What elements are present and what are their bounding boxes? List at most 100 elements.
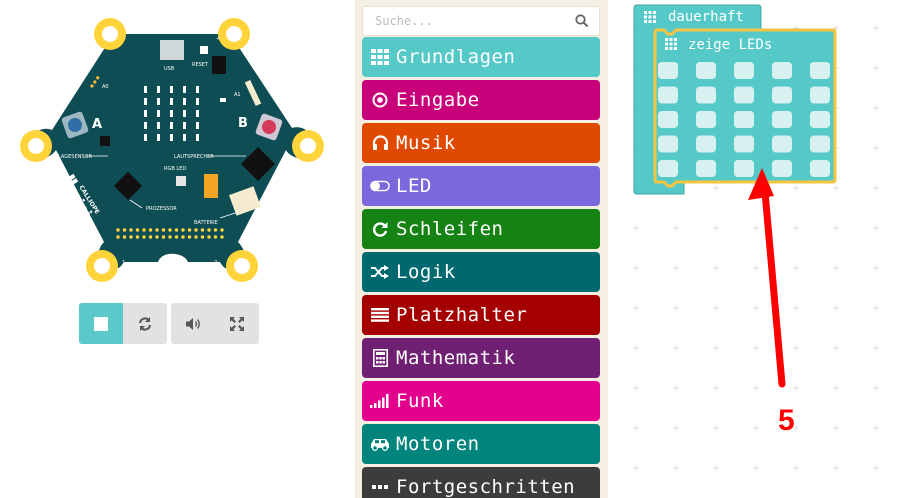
rgb-led-label: RGB LED (164, 166, 186, 172)
category-funk[interactable]: Funk (362, 381, 600, 421)
led-toggle[interactable] (810, 62, 830, 79)
led-toggle[interactable] (658, 62, 678, 79)
header-pin (168, 228, 172, 232)
board-led (183, 122, 186, 129)
led-toggle[interactable] (734, 160, 754, 177)
led-toggle[interactable] (734, 135, 754, 153)
header-pin (220, 235, 224, 239)
view-control-group (171, 303, 259, 344)
led-toggle[interactable] (772, 160, 792, 177)
category-schleifen[interactable]: Schleifen (362, 209, 600, 249)
category-platzhalter[interactable]: Platzhalter (362, 295, 600, 335)
header-pin (174, 228, 179, 232)
category-label: Mathematik (396, 347, 516, 369)
dots-icon (370, 477, 390, 497)
stop-button[interactable] (79, 303, 123, 344)
led-toggle[interactable] (696, 160, 716, 177)
header-pin (213, 235, 218, 239)
show-leds-block[interactable]: zeige LEDs (653, 28, 837, 188)
pad-2[interactable] (226, 250, 258, 282)
header-pin (161, 235, 166, 239)
lautsprecher-label: LAUTSPRECHER (174, 154, 214, 160)
led-toggle[interactable] (734, 86, 754, 104)
header-pin (129, 228, 133, 232)
led-toggle[interactable] (734, 111, 754, 128)
header-pin (213, 228, 218, 232)
category-grundlagen[interactable]: Grundlagen (362, 37, 600, 77)
board-led (196, 110, 199, 117)
category-label: Grundlagen (396, 46, 516, 68)
header-pin (142, 228, 146, 232)
fullscreen-button[interactable] (215, 303, 259, 344)
header-pin (161, 228, 166, 232)
pad-0[interactable] (20, 130, 52, 162)
board-led (170, 98, 173, 105)
prozessor-label: PROZESSOR (146, 206, 177, 212)
workspace-canvas[interactable]: dauerhaft zeige LEDs 5 (608, 0, 912, 498)
category-label: Musik (396, 132, 456, 154)
target-icon (370, 90, 390, 110)
board-led (157, 134, 160, 141)
board-led (196, 134, 199, 141)
header-pin (174, 235, 179, 239)
led-toggle[interactable] (772, 135, 792, 153)
board-led (157, 86, 160, 93)
search-box (362, 6, 600, 36)
board-led (157, 122, 160, 129)
signal-icon (370, 391, 390, 411)
grid-icon (370, 47, 390, 67)
led-toggle[interactable] (696, 111, 716, 128)
restart-button[interactable] (123, 303, 167, 344)
category-motoren[interactable]: Motoren (362, 424, 600, 464)
category-label: Platzhalter (396, 304, 528, 326)
led-toggle[interactable] (810, 135, 830, 153)
led-toggle[interactable] (772, 62, 792, 79)
led-toggle[interactable] (810, 86, 830, 104)
category-led[interactable]: LED (362, 166, 600, 206)
pad-minus[interactable] (94, 18, 126, 50)
category-eingabe[interactable]: Eingabe (362, 80, 600, 120)
led-toggle[interactable] (696, 135, 716, 153)
headphones-icon (370, 133, 390, 153)
blocks-layer: dauerhaft zeige LEDs (633, 4, 837, 388)
search-icon[interactable] (575, 14, 589, 28)
led-toggle[interactable] (658, 111, 678, 128)
a1-label: A1 (234, 92, 241, 98)
header-pin (155, 228, 159, 232)
led-toggle[interactable] (658, 135, 678, 153)
led-toggle[interactable] (810, 111, 830, 128)
board-led (170, 134, 173, 141)
led-toggle[interactable] (696, 86, 716, 104)
board-led (144, 110, 147, 117)
category-mathematik[interactable]: Mathematik (362, 338, 600, 378)
led-toggle[interactable] (696, 62, 716, 79)
led-toggle[interactable] (734, 62, 754, 79)
pin1-label: 1 (122, 260, 125, 266)
category-fortgeschritten[interactable]: Fortgeschritten (362, 467, 600, 498)
pad-3[interactable] (292, 130, 324, 162)
led-toggle[interactable] (810, 160, 830, 177)
category-logik[interactable]: Logik (362, 252, 600, 292)
reset-label: RESET (192, 62, 209, 68)
simulator-panel: USB RESET - + A0 A1 A B LAGESENSOR LAUTS… (0, 0, 345, 498)
grid-icon (665, 38, 677, 50)
mute-button[interactable] (171, 303, 215, 344)
led-toggle[interactable] (772, 111, 792, 128)
lines-icon (370, 305, 390, 325)
led-toggle[interactable] (658, 160, 678, 177)
fullscreen-icon (230, 316, 244, 331)
pad-1[interactable] (86, 250, 118, 282)
board-led (183, 86, 186, 93)
category-musik[interactable]: Musik (362, 123, 600, 163)
board-led (196, 86, 199, 93)
restart-icon (139, 316, 151, 331)
pad-plus[interactable] (218, 18, 250, 50)
header-pin (194, 235, 198, 239)
reset-button[interactable] (200, 46, 208, 54)
board-led (170, 86, 173, 93)
board-led (183, 98, 186, 105)
search-input[interactable] (363, 7, 573, 35)
led-toggle[interactable] (658, 86, 678, 104)
led-toggle[interactable] (772, 86, 792, 104)
header-pin (135, 235, 140, 239)
